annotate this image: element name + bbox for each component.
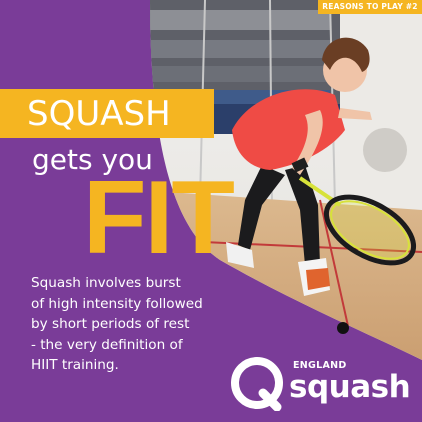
body-text: Squash involves burst of high intensity … bbox=[31, 273, 221, 376]
england-squash-q-mark-icon bbox=[231, 357, 283, 411]
poster: REASONS TO PLAY #2 SQUASH gets you FIT S… bbox=[0, 0, 422, 422]
body-line: by short periods of rest bbox=[31, 316, 190, 332]
headline-fit: FIT bbox=[83, 160, 235, 276]
body-line: HIIT training. bbox=[31, 357, 119, 373]
logo-squash-text: squash bbox=[289, 369, 411, 405]
england-squash-logo: ENGLAND squash bbox=[231, 357, 411, 411]
reasons-to-play-badge: REASONS TO PLAY #2 bbox=[318, 0, 422, 14]
body-line: of high intensity followed bbox=[31, 295, 203, 312]
body-line: Squash involves burst bbox=[31, 275, 181, 291]
headline-squash: SQUASH bbox=[27, 94, 171, 134]
body-line: - the very definition of bbox=[31, 336, 183, 353]
